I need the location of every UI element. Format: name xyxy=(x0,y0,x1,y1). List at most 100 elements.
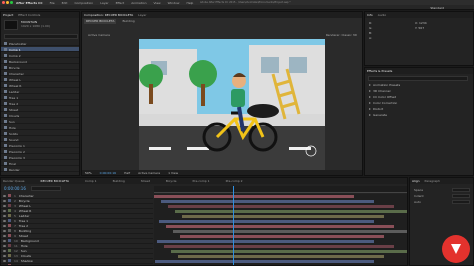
layer-duration-bar[interactable] xyxy=(171,250,407,253)
viewer-timecode[interactable]: 0:00:00:16 xyxy=(100,171,116,175)
menu-item[interactable]: Animation xyxy=(131,1,146,5)
tab-align[interactable]: Align xyxy=(412,179,420,183)
project-list-item[interactable]: Comp 2 xyxy=(1,53,79,58)
visibility-eye-icon[interactable] xyxy=(3,260,6,262)
paragraph-field-input[interactable] xyxy=(452,188,470,192)
breadcrumb-comp[interactable]: RECUER BICICLETA xyxy=(84,19,117,24)
project-list-item[interactable]: Tree 2 xyxy=(1,101,79,106)
visibility-eye-icon[interactable] xyxy=(3,220,6,222)
timeline-tab[interactable]: Street xyxy=(141,179,150,183)
layer-duration-bar[interactable] xyxy=(178,255,384,258)
menu-item[interactable]: Layer xyxy=(100,1,108,5)
camera-select[interactable]: Active Camera xyxy=(138,171,160,175)
project-list-item[interactable]: Tree 1 xyxy=(1,95,79,100)
project-list-item[interactable]: Precomp 2 xyxy=(1,149,79,154)
project-search-input[interactable] xyxy=(4,34,78,39)
menu-item[interactable]: Effect xyxy=(116,1,125,5)
layer-duration-bar[interactable] xyxy=(180,235,384,238)
tab-layer[interactable]: Layer xyxy=(138,13,146,17)
tab-composition[interactable]: Composition: RECUER BICICLETA xyxy=(84,13,133,17)
project-list-item[interactable]: Final xyxy=(1,161,79,166)
timeline-tab[interactable]: Pre-comp 2 xyxy=(226,179,243,183)
project-list-item[interactable]: Render xyxy=(1,167,79,172)
project-list-item[interactable]: Hole xyxy=(1,125,79,130)
workspace-label[interactable]: Standard xyxy=(430,6,444,10)
project-list-item[interactable]: Precomp 3 xyxy=(1,155,79,160)
project-list-item[interactable]: Character xyxy=(1,71,79,76)
visibility-eye-icon[interactable] xyxy=(3,255,6,257)
layer-duration-bar[interactable] xyxy=(168,205,394,208)
visibility-eye-icon[interactable] xyxy=(3,230,6,232)
resolution-select[interactable]: Half xyxy=(124,171,130,175)
layer-duration-bar[interactable] xyxy=(166,225,394,228)
layer-duration-bar[interactable] xyxy=(182,215,384,218)
layer-duration-bar[interactable] xyxy=(175,210,407,213)
visibility-eye-icon[interactable] xyxy=(3,240,6,242)
menu-item[interactable]: File xyxy=(50,1,55,5)
project-list-item[interactable]: Clouds xyxy=(1,113,79,118)
project-list-item[interactable]: Sun xyxy=(1,119,79,124)
project-list-item[interactable]: Background xyxy=(1,59,79,64)
tab-effect-controls[interactable]: Effect Controls xyxy=(18,13,40,17)
visibility-eye-icon[interactable] xyxy=(3,210,6,212)
paragraph-field-input[interactable] xyxy=(452,194,470,198)
menu-item[interactable]: View xyxy=(154,1,161,5)
menu-item[interactable]: Help xyxy=(186,1,193,5)
time-ruler[interactable] xyxy=(154,186,407,193)
timeline-search-input[interactable] xyxy=(31,186,61,191)
layer-duration-bar[interactable] xyxy=(159,220,374,223)
composition-canvas[interactable] xyxy=(139,39,325,176)
visibility-eye-icon[interactable] xyxy=(3,245,6,247)
tab-audio[interactable]: Audio xyxy=(378,13,387,17)
visibility-eye-icon[interactable] xyxy=(3,250,6,252)
visibility-eye-icon[interactable] xyxy=(3,195,6,197)
layer-duration-bar[interactable] xyxy=(155,260,374,263)
timeline-tab[interactable]: Render Queue xyxy=(3,179,25,183)
menu-item[interactable]: After Effects CC xyxy=(16,1,43,5)
timeline-tab[interactable]: Comp 1 xyxy=(85,179,97,183)
effects-search-input[interactable] xyxy=(368,76,468,81)
project-list-item[interactable]: Wheel L xyxy=(1,77,79,82)
breadcrumb-building[interactable]: Building xyxy=(122,19,134,24)
project-list-item[interactable]: Solids xyxy=(1,131,79,136)
menu-item[interactable]: Window xyxy=(168,1,180,5)
current-time-indicator[interactable] xyxy=(233,186,234,265)
layer-duration-bar[interactable] xyxy=(164,245,394,248)
visibility-eye-icon[interactable] xyxy=(3,205,6,207)
project-list-item[interactable]: Ladder xyxy=(1,89,79,94)
paragraph-field[interactable]: Auto xyxy=(414,200,470,206)
visibility-eye-icon[interactable] xyxy=(3,215,6,217)
renderer-label[interactable]: Renderer: Classic 3D xyxy=(326,33,357,37)
layer-duration-bar[interactable] xyxy=(161,200,374,203)
timeline-tab[interactable]: Pre-comp 1 xyxy=(193,179,210,183)
visibility-eye-icon[interactable] xyxy=(3,235,6,237)
tab-effects-presets[interactable]: Effects & Presets xyxy=(367,69,392,73)
timeline-tab[interactable]: Bicycle xyxy=(166,179,177,183)
layer-duration-bar[interactable] xyxy=(173,230,407,233)
visibility-eye-icon[interactable] xyxy=(3,225,6,227)
project-list-item[interactable]: Precomp 1 xyxy=(1,143,79,148)
project-list-item[interactable]: Sound xyxy=(1,137,79,142)
timeline-tab[interactable]: Building xyxy=(113,179,125,183)
timeline-track-area[interactable] xyxy=(154,194,407,265)
tab-project[interactable]: Project xyxy=(3,13,13,17)
project-list-item[interactable]: Wheel R xyxy=(1,83,79,88)
timeline-tab[interactable]: RECUER BICICLETA xyxy=(41,179,69,183)
layer-duration-bar[interactable] xyxy=(154,195,354,198)
tab-paragraph[interactable]: Paragraph xyxy=(425,179,440,183)
view-count-select[interactable]: 1 View xyxy=(168,171,178,175)
visibility-eye-icon[interactable] xyxy=(3,200,6,202)
effects-list-item[interactable]: Generate xyxy=(365,113,473,119)
tab-info[interactable]: Info xyxy=(367,13,373,17)
layer-duration-bar[interactable] xyxy=(157,240,374,243)
paragraph-field-input[interactable] xyxy=(452,200,470,204)
project-list-item[interactable]: Bicycle xyxy=(1,65,79,70)
menu-item[interactable]: Composition xyxy=(74,1,93,5)
project-list-item[interactable]: Placeholder xyxy=(1,41,79,46)
project-list-item[interactable]: Street xyxy=(1,107,79,112)
timeline-timecode[interactable]: 0:00:00:16 xyxy=(4,186,26,191)
close-window-button[interactable] xyxy=(2,1,5,4)
zoom-window-button[interactable] xyxy=(10,1,13,4)
zoom-select[interactable]: 50% xyxy=(85,171,92,175)
menu-item[interactable]: Edit xyxy=(62,1,68,5)
